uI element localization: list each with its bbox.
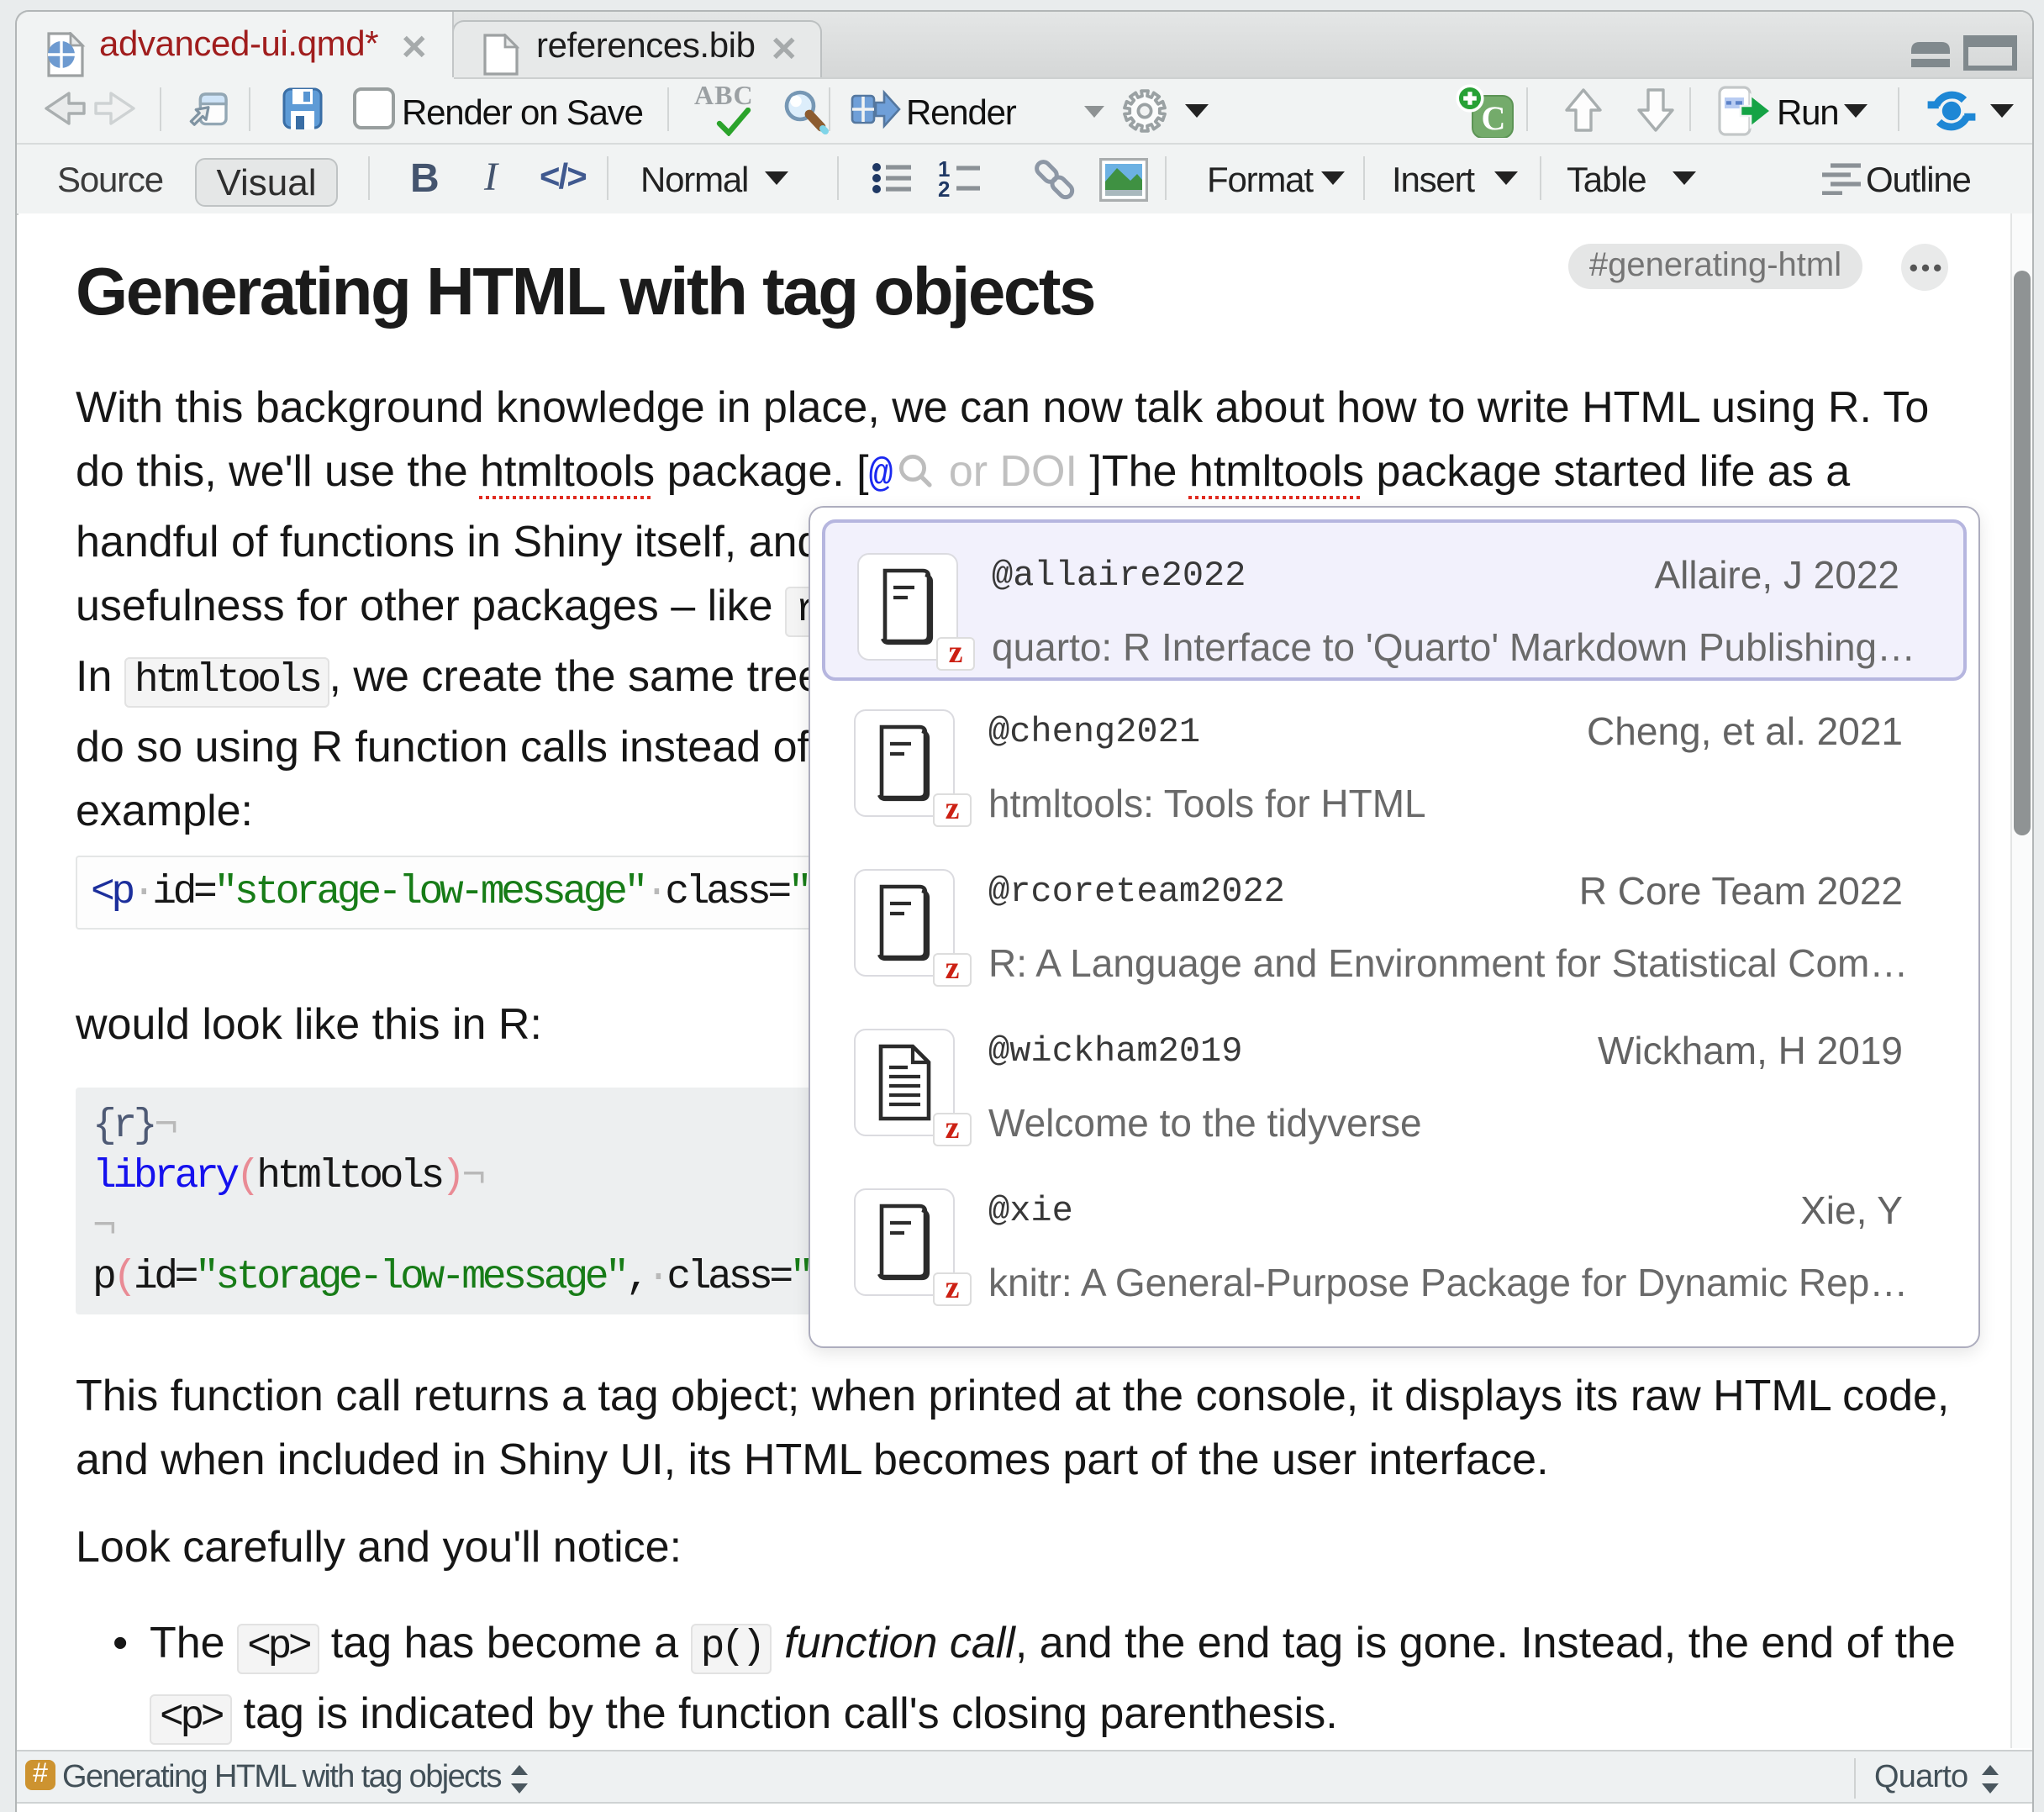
svg-text:2: 2 xyxy=(938,176,950,197)
svg-text:C: C xyxy=(1482,99,1506,137)
